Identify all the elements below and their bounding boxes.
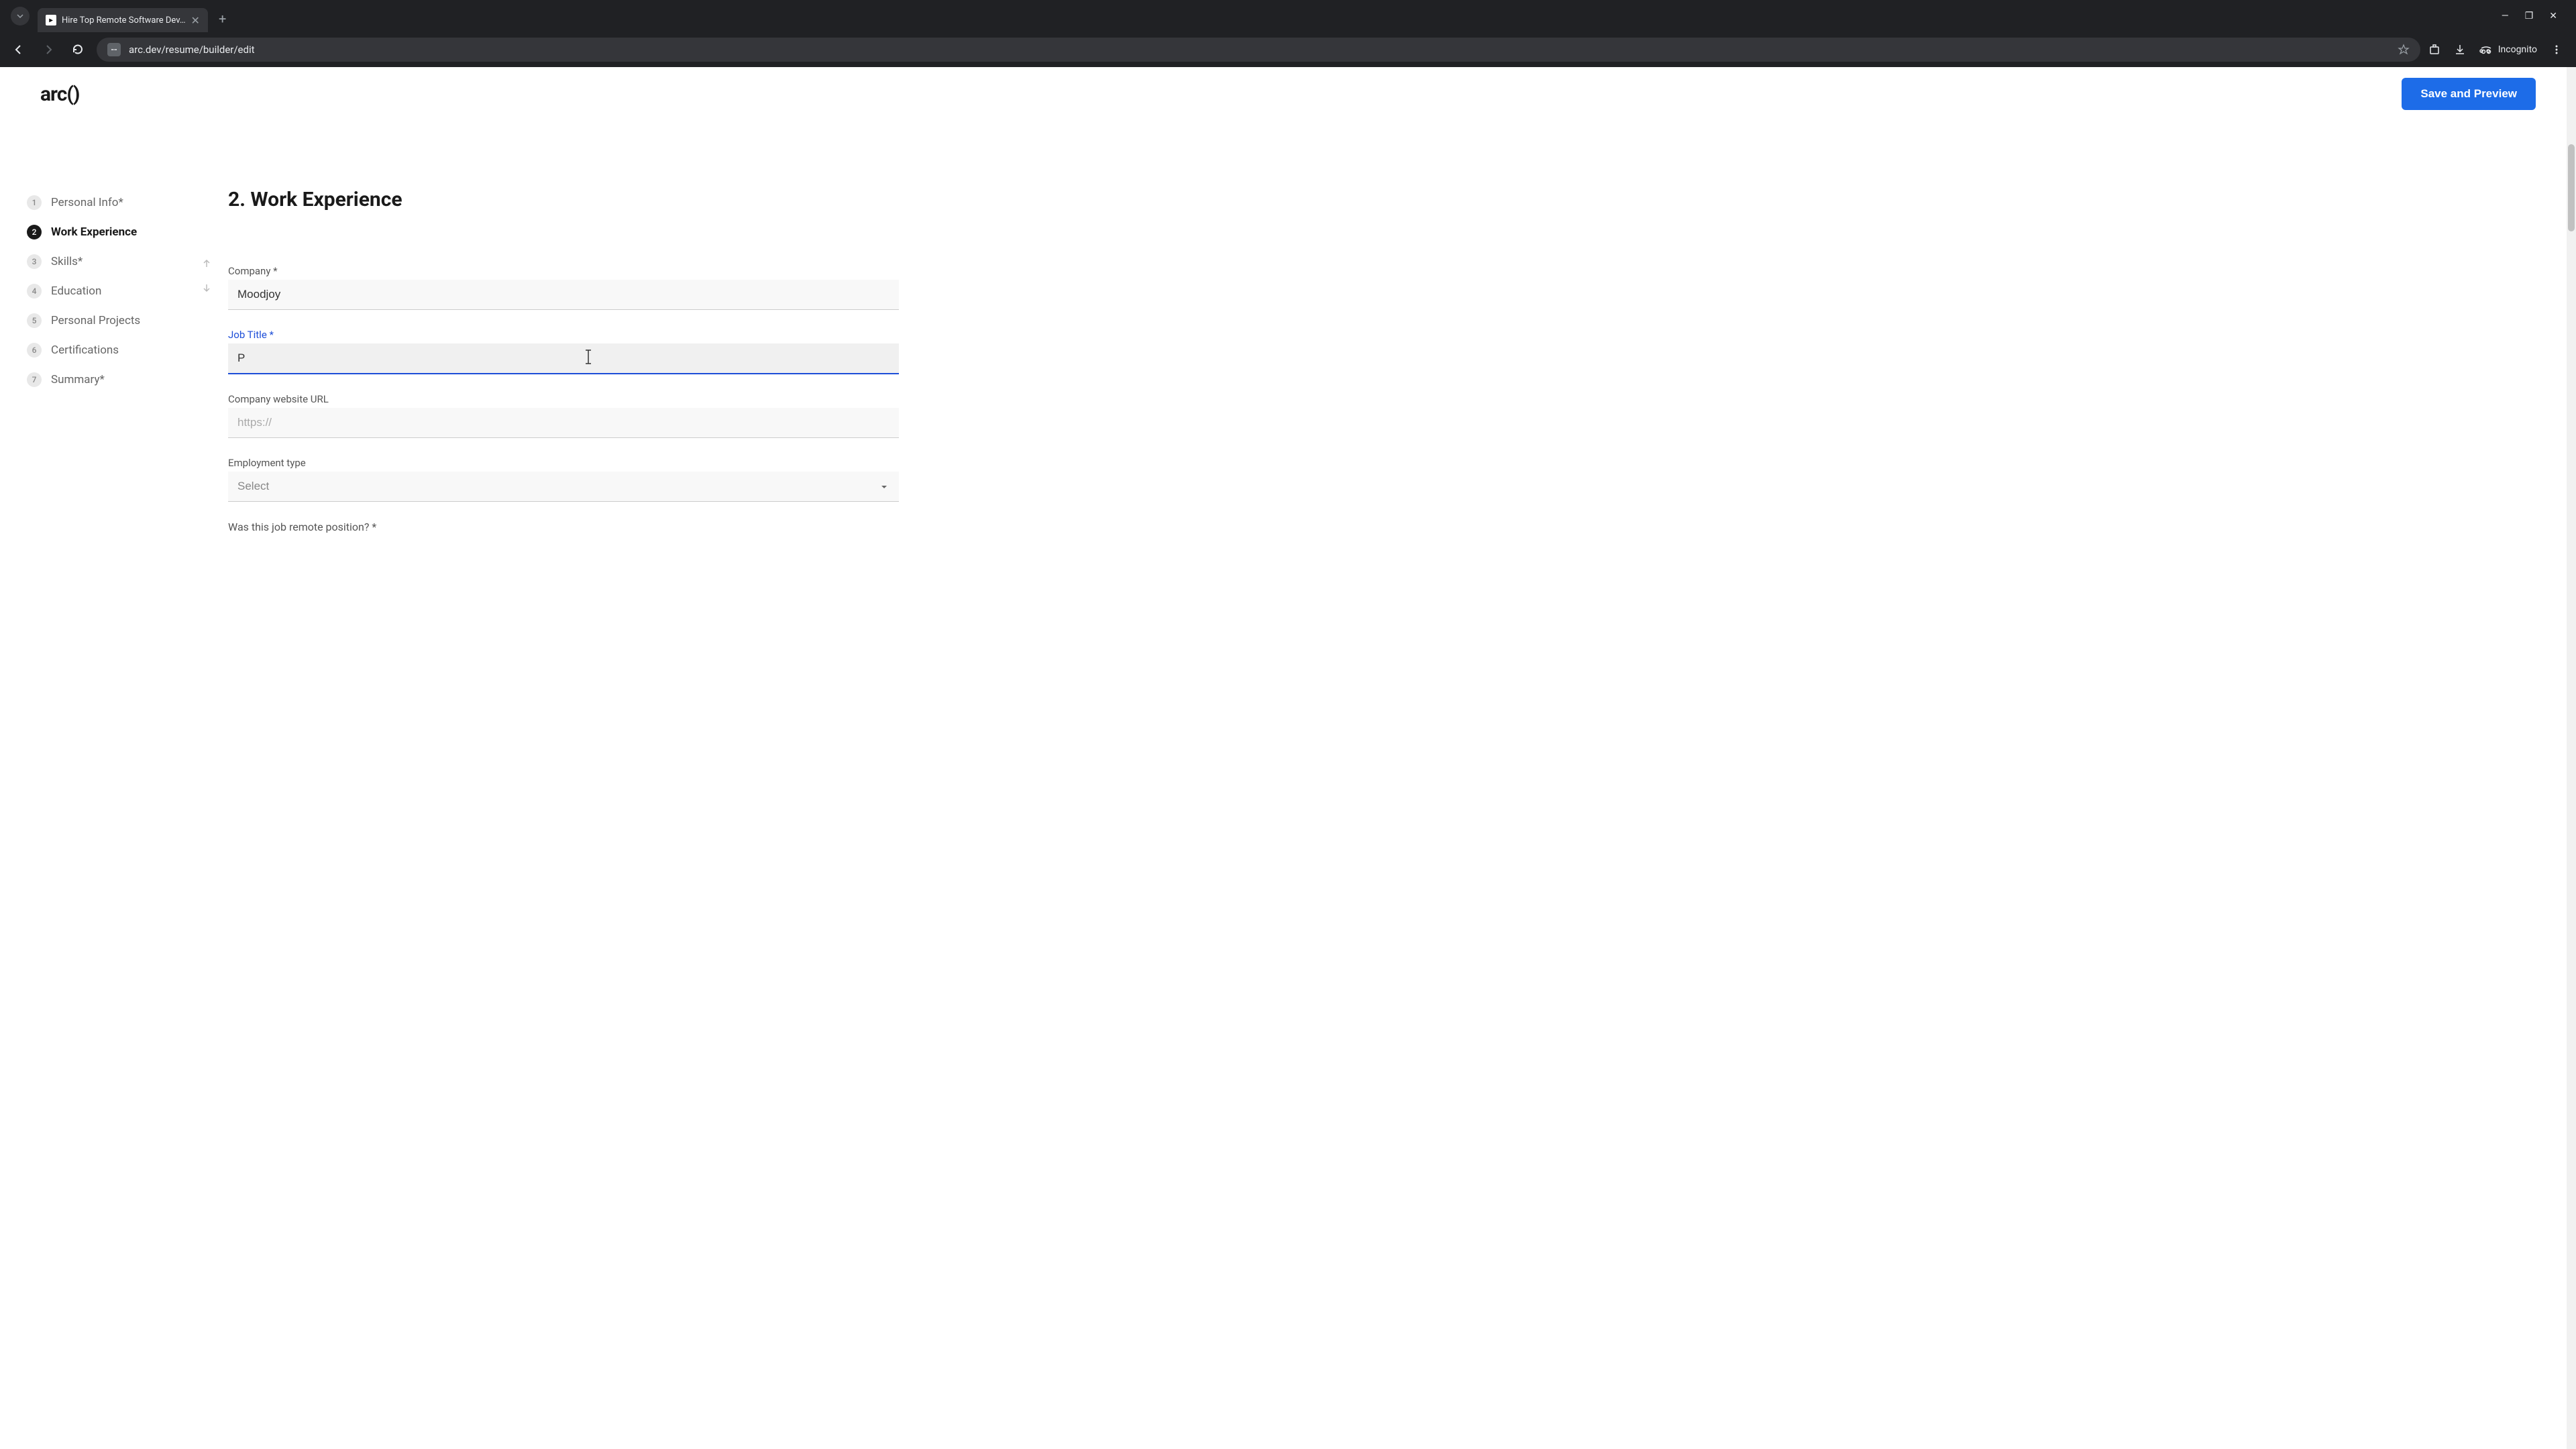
step-number: 4 — [27, 284, 42, 299]
experience-entry: Company * Job Title * Company website UR… — [228, 252, 899, 547]
website-input[interactable] — [228, 408, 899, 438]
reorder-controls — [201, 258, 212, 293]
url-bar: arc.dev/resume/builder/edit Incognito — [0, 32, 2576, 67]
sidebar-item-certifications[interactable]: 6 Certifications — [27, 335, 188, 365]
step-number: 2 — [27, 225, 42, 239]
sidebar-item-skills[interactable]: 3 Skills* — [27, 247, 188, 276]
tab-bar: ▸ Hire Top Remote Software Dev… ✕ + — ❐ … — [0, 0, 2576, 32]
reload-button[interactable] — [67, 39, 89, 60]
step-number: 1 — [27, 195, 42, 210]
sidebar-item-personal-projects[interactable]: 5 Personal Projects — [27, 306, 188, 335]
scrollbar-track[interactable] — [2567, 67, 2576, 1449]
sidebar-item-summary[interactable]: 7 Summary* — [27, 365, 188, 394]
menu-icon[interactable] — [2551, 44, 2563, 56]
company-label: Company * — [228, 265, 899, 277]
downloads-icon[interactable] — [2454, 44, 2466, 56]
tab-search-button[interactable] — [11, 7, 30, 25]
step-number: 5 — [27, 313, 42, 328]
page-header: arc() Save and Preview — [0, 67, 2576, 121]
sidebar-item-education[interactable]: 4 Education — [27, 276, 188, 306]
employment-type-label: Employment type — [228, 457, 899, 469]
arc-logo[interactable]: arc() — [40, 83, 79, 106]
forward-button[interactable] — [38, 39, 59, 60]
step-number: 6 — [27, 343, 42, 358]
move-down-icon[interactable] — [201, 282, 212, 293]
save-and-preview-button[interactable]: Save and Preview — [2402, 78, 2536, 110]
new-tab-button[interactable]: + — [219, 11, 226, 27]
sidebar-nav: 1 Personal Info* 2 Work Experience 3 Ski… — [27, 188, 188, 547]
sidebar-item-label: Summary* — [51, 373, 105, 386]
maximize-icon[interactable]: ❐ — [2525, 11, 2534, 21]
browser-chrome: ▸ Hire Top Remote Software Dev… ✕ + — ❐ … — [0, 0, 2576, 67]
page-content: arc() Save and Preview 1 Personal Info* … — [0, 67, 2576, 1449]
minimize-icon[interactable]: — — [2502, 11, 2509, 21]
tab-close-icon[interactable]: ✕ — [191, 14, 200, 27]
company-input[interactable] — [228, 280, 899, 310]
job-title-input[interactable] — [228, 343, 899, 374]
sidebar-item-work-experience[interactable]: 2 Work Experience — [27, 217, 188, 247]
url-field[interactable]: arc.dev/resume/builder/edit — [97, 38, 2420, 62]
extensions-icon[interactable] — [2428, 44, 2440, 56]
sidebar-item-personal-info[interactable]: 1 Personal Info* — [27, 188, 188, 217]
step-number: 7 — [27, 372, 42, 387]
browser-tab[interactable]: ▸ Hire Top Remote Software Dev… ✕ — [38, 8, 208, 32]
tab-title: Hire Top Remote Software Dev… — [62, 15, 186, 25]
website-label: Company website URL — [228, 393, 899, 405]
incognito-badge: Incognito — [2479, 43, 2537, 56]
work-experience-form: 2. Work Experience Company * — [228, 188, 899, 547]
sidebar-item-label: Certifications — [51, 343, 119, 357]
section-title: 2. Work Experience — [228, 188, 899, 211]
sidebar-item-label: Education — [51, 284, 101, 298]
sidebar-item-label: Work Experience — [51, 225, 137, 239]
move-up-icon[interactable] — [201, 258, 212, 269]
url-text: arc.dev/resume/builder/edit — [129, 44, 255, 56]
job-title-label: Job Title * — [228, 329, 899, 341]
bookmark-icon[interactable] — [2398, 44, 2410, 56]
scrollbar-thumb[interactable] — [2568, 144, 2575, 231]
sidebar-item-label: Skills* — [51, 255, 83, 268]
sidebar-item-label: Personal Projects — [51, 314, 140, 327]
site-info-icon[interactable] — [107, 43, 121, 56]
employment-type-select[interactable] — [228, 472, 899, 502]
close-icon[interactable]: ✕ — [2549, 11, 2557, 21]
tab-favicon: ▸ — [46, 15, 56, 25]
sidebar-item-label: Personal Info* — [51, 196, 123, 209]
step-number: 3 — [27, 254, 42, 269]
window-controls: — ❐ ✕ — [2502, 11, 2571, 21]
back-button[interactable] — [8, 39, 30, 60]
remote-question-label: Was this job remote position? * — [228, 521, 899, 533]
